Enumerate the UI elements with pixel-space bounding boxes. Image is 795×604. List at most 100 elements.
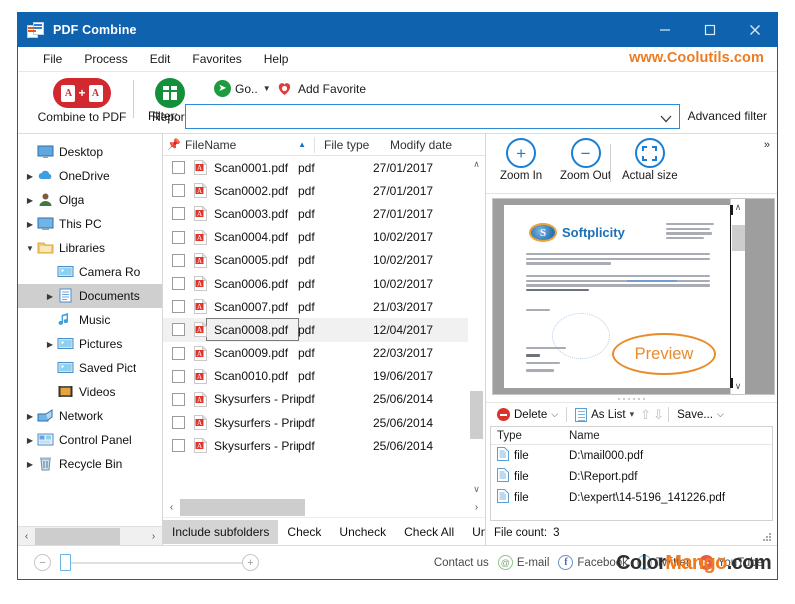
tree-item-saved-pict[interactable]: Saved Pict [18,356,162,380]
column-header-name[interactable]: Name [569,430,772,442]
file-list-vertical-scrollbar[interactable]: ∧ ∨ [468,156,485,498]
tree-item-camera-ro[interactable]: Camera Ro [18,260,162,284]
row-checkbox[interactable] [172,184,185,197]
brand-url-link[interactable]: www.Coolutils.com [629,50,764,66]
tree-scroll-thumb[interactable] [35,528,120,545]
splitter-handle[interactable] [486,395,777,402]
tree-item-this-pc[interactable]: ▶This PC [18,212,162,236]
tree-scroll-track[interactable] [35,528,145,545]
zoom-in-button[interactable]: + Zoom In [500,138,542,182]
column-header-type[interactable]: Type [491,430,569,442]
file-list-scroll-thumb[interactable] [470,391,483,439]
scroll-left-icon[interactable]: ‹ [18,531,35,542]
tree-expander-icon[interactable]: ▶ [23,196,37,205]
output-list-item[interactable]: fileD:\mail000.pdf [491,445,772,466]
tree-item-libraries[interactable]: ▼Libraries [18,236,162,260]
add-favorite-button[interactable]: Add Favorite [276,80,366,97]
move-down-button[interactable]: ⇩ [652,408,665,422]
tree-item-music[interactable]: Music [18,308,162,332]
email-link[interactable]: @ E-mail [498,555,550,570]
advanced-filter-link[interactable]: Advanced filter [688,109,767,123]
chevron-down-icon[interactable]: ▼ [263,84,271,93]
tree-expander-icon[interactable]: ▶ [23,460,37,469]
tree-item-recycle-bin[interactable]: ▶Recycle Bin [18,452,162,476]
row-checkbox[interactable] [172,300,185,313]
zoom-decrease-button[interactable]: − [34,554,51,571]
maximize-button[interactable] [687,13,732,47]
chevron-down-icon[interactable]: ⌵ [717,409,724,420]
scroll-left-icon[interactable]: ‹ [163,502,180,513]
row-checkbox[interactable] [172,416,185,429]
button-check-all[interactable]: Check All [395,520,463,544]
table-row[interactable]: AScan0009.pdfpdf22/03/2017 [163,342,468,365]
menu-process[interactable]: Process [73,49,138,69]
file-list-hscroll-track[interactable] [180,499,468,516]
table-row[interactable]: AScan0008.pdfpdf12/04/2017 [163,318,468,341]
tree-horizontal-scrollbar[interactable]: ‹ › [18,526,162,545]
go-button[interactable]: ➤ Go.. ▼ [214,80,271,97]
filter-combobox[interactable] [185,104,680,129]
table-row[interactable]: ASkysurfers - Print For...pdf25/06/2014 [163,434,468,457]
pin-icon[interactable]: 📌 [163,138,185,151]
overflow-chevron-icon[interactable]: » [764,139,770,151]
row-checkbox[interactable] [172,439,185,452]
menu-edit[interactable]: Edit [139,49,182,69]
table-row[interactable]: AScan0005.pdfpdf10/02/2017 [163,249,468,272]
scroll-down-icon[interactable]: ∨ [468,481,485,498]
zoom-increase-button[interactable]: + [242,554,259,571]
table-row[interactable]: AScan0004.pdfpdf10/02/2017 [163,226,468,249]
tree-expander-icon[interactable]: ▼ [23,244,37,253]
tree-expander-icon[interactable]: ▶ [23,436,37,445]
tree-item-pictures[interactable]: ▶Pictures [18,332,162,356]
close-button[interactable] [732,13,777,47]
preview-scroll-thumb[interactable] [732,225,745,251]
tree-expander-icon[interactable]: ▶ [43,340,57,349]
contact-us-link[interactable]: Contact us [434,557,489,569]
preview-viewport[interactable]: S Softplicity [492,198,775,395]
button-include-subfolders[interactable]: Include subfolders [163,520,278,544]
column-header-modifydate[interactable]: Modify date [390,138,485,152]
table-row[interactable]: AScan0010.pdfpdf19/06/2017 [163,365,468,388]
tree-expander-icon[interactable]: ▶ [23,220,37,229]
tree-item-network[interactable]: ▶Network [18,404,162,428]
combine-to-pdf-button[interactable]: + Combine to PDF [34,75,130,124]
filter-input[interactable] [186,105,679,128]
row-checkbox[interactable] [172,347,185,360]
table-row[interactable]: AScan0006.pdfpdf10/02/2017 [163,272,468,295]
actual-size-button[interactable]: Actual size [622,138,678,182]
scroll-right-icon[interactable]: › [468,502,485,513]
table-row[interactable]: AScan0003.pdfpdf27/01/2017 [163,202,468,225]
tree-item-documents[interactable]: ▶Documents [18,284,162,308]
scroll-down-icon[interactable]: ∨ [731,378,745,394]
twitter-link[interactable]: t Twitter [637,555,690,570]
tree-item-control-panel[interactable]: ▶Control Panel [18,428,162,452]
zoom-slider[interactable] [60,554,242,571]
folder-tree[interactable]: Desktop▶OneDrive▶Olga▶This PC▼LibrariesC… [18,134,162,526]
row-checkbox[interactable] [172,370,185,383]
preview-scroll-track[interactable] [731,215,745,378]
button-check[interactable]: Check [278,520,330,544]
scroll-up-icon[interactable]: ∧ [468,156,485,173]
menu-help[interactable]: Help [253,49,300,69]
minimize-button[interactable] [642,13,687,47]
row-checkbox[interactable] [172,277,185,290]
button-uncheck[interactable]: Uncheck [330,520,395,544]
youtube-link[interactable]: ▶ YouTube [699,555,763,570]
table-row[interactable]: AScan0002.pdfpdf27/01/2017 [163,179,468,202]
file-list-hscroll-thumb[interactable] [180,499,305,516]
zoom-slider-thumb[interactable] [60,554,71,571]
column-header-filetype[interactable]: File type [315,138,390,152]
table-row[interactable]: AScan0001.pdfpdf27/01/2017 [163,156,468,179]
zoom-out-button[interactable]: − Zoom Out [560,138,611,182]
move-up-button[interactable]: ⇧ [639,408,652,422]
button-unche[interactable]: Unche [463,520,485,544]
menu-favorites[interactable]: Favorites [181,49,252,69]
tree-item-onedrive[interactable]: ▶OneDrive [18,164,162,188]
output-list-item[interactable]: fileD:\Report.pdf [491,466,772,487]
tree-expander-icon[interactable]: ▶ [43,292,57,301]
row-checkbox[interactable] [172,323,185,336]
output-file-list[interactable]: Type Name fileD:\mail000.pdffileD:\Repor… [490,426,773,521]
file-list-scroll-track[interactable] [468,173,485,481]
file-list-horizontal-scrollbar[interactable]: ‹ › [163,498,485,517]
tree-expander-icon[interactable]: ▶ [23,172,37,181]
